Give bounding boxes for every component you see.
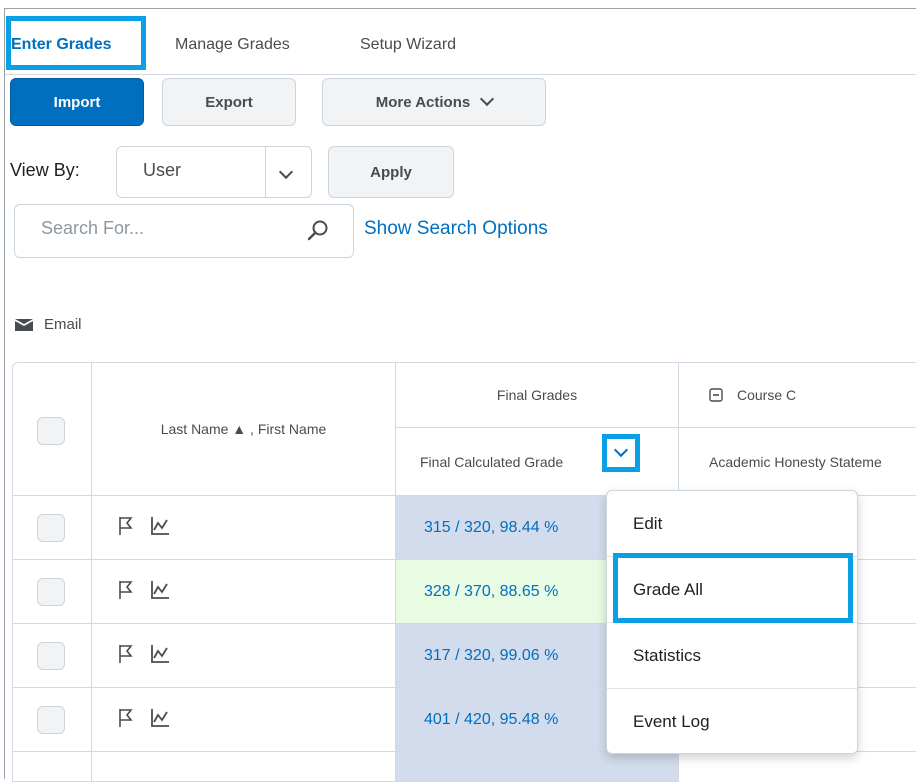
envelope-icon bbox=[15, 318, 33, 331]
tab-bar: Enter Grades Manage Grades Setup Wizard bbox=[5, 28, 916, 75]
select-all-checkbox[interactable] bbox=[37, 417, 65, 445]
chevron-down-icon bbox=[613, 442, 629, 458]
course-header-label: Course C bbox=[737, 387, 797, 403]
table-row-select bbox=[12, 688, 92, 752]
final-grade-options-button[interactable] bbox=[602, 434, 640, 472]
view-by-label: View By: bbox=[10, 160, 80, 180]
more-actions-label: More Actions bbox=[375, 93, 471, 111]
final-grades-header: Final Grades bbox=[396, 362, 679, 428]
import-button[interactable]: Import bbox=[10, 78, 144, 126]
tab-enter-grades[interactable]: Enter Grades bbox=[11, 36, 111, 54]
academic-honesty-header[interactable]: Academic Honesty Stateme bbox=[679, 428, 916, 496]
header-select-cell bbox=[12, 362, 92, 496]
email-action[interactable]: Email bbox=[14, 316, 82, 333]
email-label: Email bbox=[44, 316, 82, 333]
menu-item-grade-all[interactable]: Grade All bbox=[607, 557, 857, 622]
tab-manage-grades[interactable]: Manage Grades bbox=[175, 36, 290, 54]
table-row-select bbox=[12, 624, 92, 688]
progress-chart-icon[interactable] bbox=[150, 580, 170, 600]
table-row-select bbox=[12, 496, 92, 560]
flag-icon[interactable] bbox=[118, 516, 134, 536]
table-row-select bbox=[12, 752, 92, 782]
export-button[interactable]: Export bbox=[162, 78, 296, 126]
tab-setup-wizard[interactable]: Setup Wizard bbox=[360, 36, 456, 54]
menu-item-event-log[interactable]: Event Log bbox=[607, 689, 857, 754]
table-row-name bbox=[92, 624, 396, 688]
row-checkbox[interactable] bbox=[37, 514, 65, 542]
show-search-options-link[interactable]: Show Search Options bbox=[364, 218, 548, 240]
search-box bbox=[14, 204, 354, 258]
table-row-name bbox=[92, 688, 396, 752]
table-row-name bbox=[92, 496, 396, 560]
view-by-select[interactable]: User bbox=[116, 146, 312, 198]
more-actions-button[interactable]: More Actions bbox=[322, 78, 546, 126]
progress-chart-icon[interactable] bbox=[150, 644, 170, 664]
grade-cell bbox=[396, 752, 679, 782]
progress-chart-icon[interactable] bbox=[150, 708, 170, 728]
select-divider bbox=[265, 147, 266, 197]
flag-icon[interactable] bbox=[118, 580, 134, 600]
table-row-name bbox=[92, 752, 396, 782]
chevron-down-icon bbox=[278, 164, 294, 180]
flag-icon[interactable] bbox=[118, 644, 134, 664]
view-by-value: User bbox=[143, 160, 182, 180]
course-header: Course C bbox=[679, 362, 916, 428]
apply-button[interactable]: Apply bbox=[328, 146, 454, 198]
progress-chart-icon[interactable] bbox=[150, 516, 170, 536]
flag-icon[interactable] bbox=[118, 708, 134, 728]
search-input[interactable] bbox=[39, 217, 293, 240]
collapse-icon[interactable] bbox=[709, 388, 723, 402]
row-checkbox[interactable] bbox=[37, 578, 65, 606]
row-checkbox[interactable] bbox=[37, 642, 65, 670]
final-calculated-grade-label[interactable]: Final Calculated Grade bbox=[420, 454, 563, 470]
grade-context-menu: Edit Grade All Statistics Event Log bbox=[606, 490, 858, 754]
menu-item-statistics[interactable]: Statistics bbox=[607, 623, 857, 688]
table-row-select bbox=[12, 560, 92, 624]
search-icon[interactable] bbox=[306, 218, 330, 242]
table-row-name bbox=[92, 560, 396, 624]
chevron-down-icon bbox=[480, 91, 495, 107]
row-checkbox[interactable] bbox=[37, 706, 65, 734]
name-header[interactable]: Last Name ▲ , First Name bbox=[92, 362, 396, 496]
menu-item-edit[interactable]: Edit bbox=[607, 491, 857, 556]
